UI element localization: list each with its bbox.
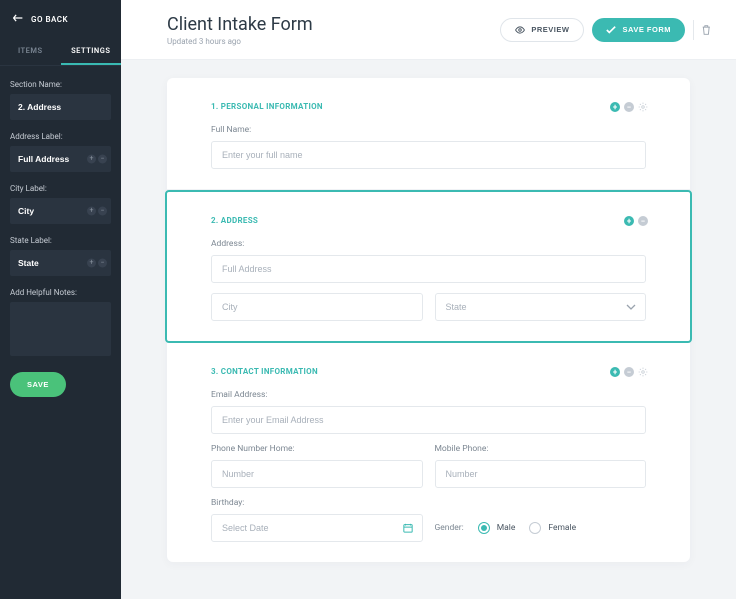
email-input[interactable] (211, 406, 646, 434)
city-label-label: City Label: (10, 184, 111, 193)
city-plus-icon[interactable]: + (87, 207, 96, 216)
address-plus-icon[interactable]: + (87, 155, 96, 164)
address-minus-icon[interactable]: − (98, 155, 107, 164)
sidebar-save-button[interactable]: SAVE (10, 372, 66, 397)
gender-label: Gender: (435, 523, 464, 533)
page-title: Client Intake Form (167, 14, 313, 35)
form-card: + − 1. PERSONAL INFORMATION Full Name: +… (167, 78, 690, 562)
home-phone-label: Phone Number Home: (211, 444, 423, 454)
eye-icon (515, 25, 525, 35)
section-name-label: Section Name: (10, 80, 111, 89)
section1-add-icon[interactable]: + (610, 102, 620, 112)
title-block: Client Intake Form Updated 3 hours ago (167, 14, 313, 46)
header: Client Intake Form Updated 3 hours ago P… (121, 0, 736, 60)
birthday-input[interactable] (211, 514, 423, 542)
tab-items[interactable]: ITEMS (0, 38, 61, 65)
section1-gear-icon[interactable] (638, 102, 648, 112)
radio-female-dot (529, 522, 541, 534)
save-form-label: SAVE FORM (622, 25, 671, 34)
save-form-button[interactable]: SAVE FORM (592, 18, 685, 42)
address-input[interactable] (211, 255, 646, 283)
go-back-button[interactable]: GO BACK (0, 0, 121, 30)
tab-settings[interactable]: SETTINGS (61, 38, 122, 65)
city-minus-icon[interactable]: − (98, 207, 107, 216)
home-phone-input[interactable] (211, 460, 423, 488)
full-name-label: Full Name: (211, 125, 646, 135)
birthday-label: Birthday: (211, 498, 423, 508)
radio-female[interactable]: Female (529, 522, 576, 534)
state-select[interactable] (435, 293, 647, 321)
header-actions: PREVIEW SAVE FORM (500, 18, 712, 42)
canvas: + − 1. PERSONAL INFORMATION Full Name: +… (121, 60, 736, 580)
radio-male-dot (478, 522, 490, 534)
notes-textarea[interactable] (10, 302, 111, 356)
section-contact[interactable]: + − 3. CONTACT INFORMATION Email Address… (167, 343, 690, 562)
chevron-down-icon (626, 302, 636, 312)
city-input[interactable] (211, 293, 423, 321)
section2-add-icon[interactable]: + (624, 216, 634, 226)
section3-gear-icon[interactable] (638, 367, 648, 377)
section3-remove-icon[interactable]: − (624, 367, 634, 377)
full-name-input[interactable] (211, 141, 646, 169)
sidebar-form: Section Name: Address Label: + − City La… (0, 66, 121, 411)
section-name-input[interactable] (10, 94, 111, 120)
section-personal[interactable]: + − 1. PERSONAL INFORMATION Full Name: (167, 78, 690, 190)
main: Client Intake Form Updated 3 hours ago P… (121, 0, 736, 599)
address-field-label: Address: (211, 239, 646, 249)
section1-title: 1. PERSONAL INFORMATION (211, 102, 646, 111)
address-label-label: Address Label: (10, 132, 111, 141)
radio-male[interactable]: Male (478, 522, 516, 534)
preview-label: PREVIEW (531, 25, 569, 34)
divider (693, 20, 694, 40)
section-address-selected: + − 2. ADDRESS Address: (165, 190, 692, 343)
page-subtitle: Updated 3 hours ago (167, 37, 313, 46)
radio-male-label: Male (497, 523, 516, 533)
mobile-phone-input[interactable] (435, 460, 647, 488)
state-minus-icon[interactable]: − (98, 259, 107, 268)
trash-icon[interactable] (702, 25, 712, 35)
calendar-icon[interactable] (403, 523, 413, 533)
state-plus-icon[interactable]: + (87, 259, 96, 268)
email-label: Email Address: (211, 390, 646, 400)
sidebar-tabs: ITEMS SETTINGS (0, 38, 121, 66)
section3-add-icon[interactable]: + (610, 367, 620, 377)
go-back-label: GO BACK (31, 15, 68, 24)
section3-title: 3. CONTACT INFORMATION (211, 367, 646, 376)
state-label-label: State Label: (10, 236, 111, 245)
section-address[interactable]: + − 2. ADDRESS Address: (167, 192, 690, 341)
section1-remove-icon[interactable]: − (624, 102, 634, 112)
radio-female-label: Female (548, 523, 576, 533)
arrow-left-icon (13, 14, 23, 24)
sidebar: GO BACK ITEMS SETTINGS Section Name: Add… (0, 0, 121, 599)
section2-remove-icon[interactable]: − (638, 216, 648, 226)
preview-button[interactable]: PREVIEW (500, 18, 584, 42)
mobile-phone-label: Mobile Phone: (435, 444, 647, 454)
section2-title: 2. ADDRESS (211, 216, 646, 225)
notes-label: Add Helpful Notes: (10, 288, 111, 297)
check-icon (606, 25, 616, 35)
